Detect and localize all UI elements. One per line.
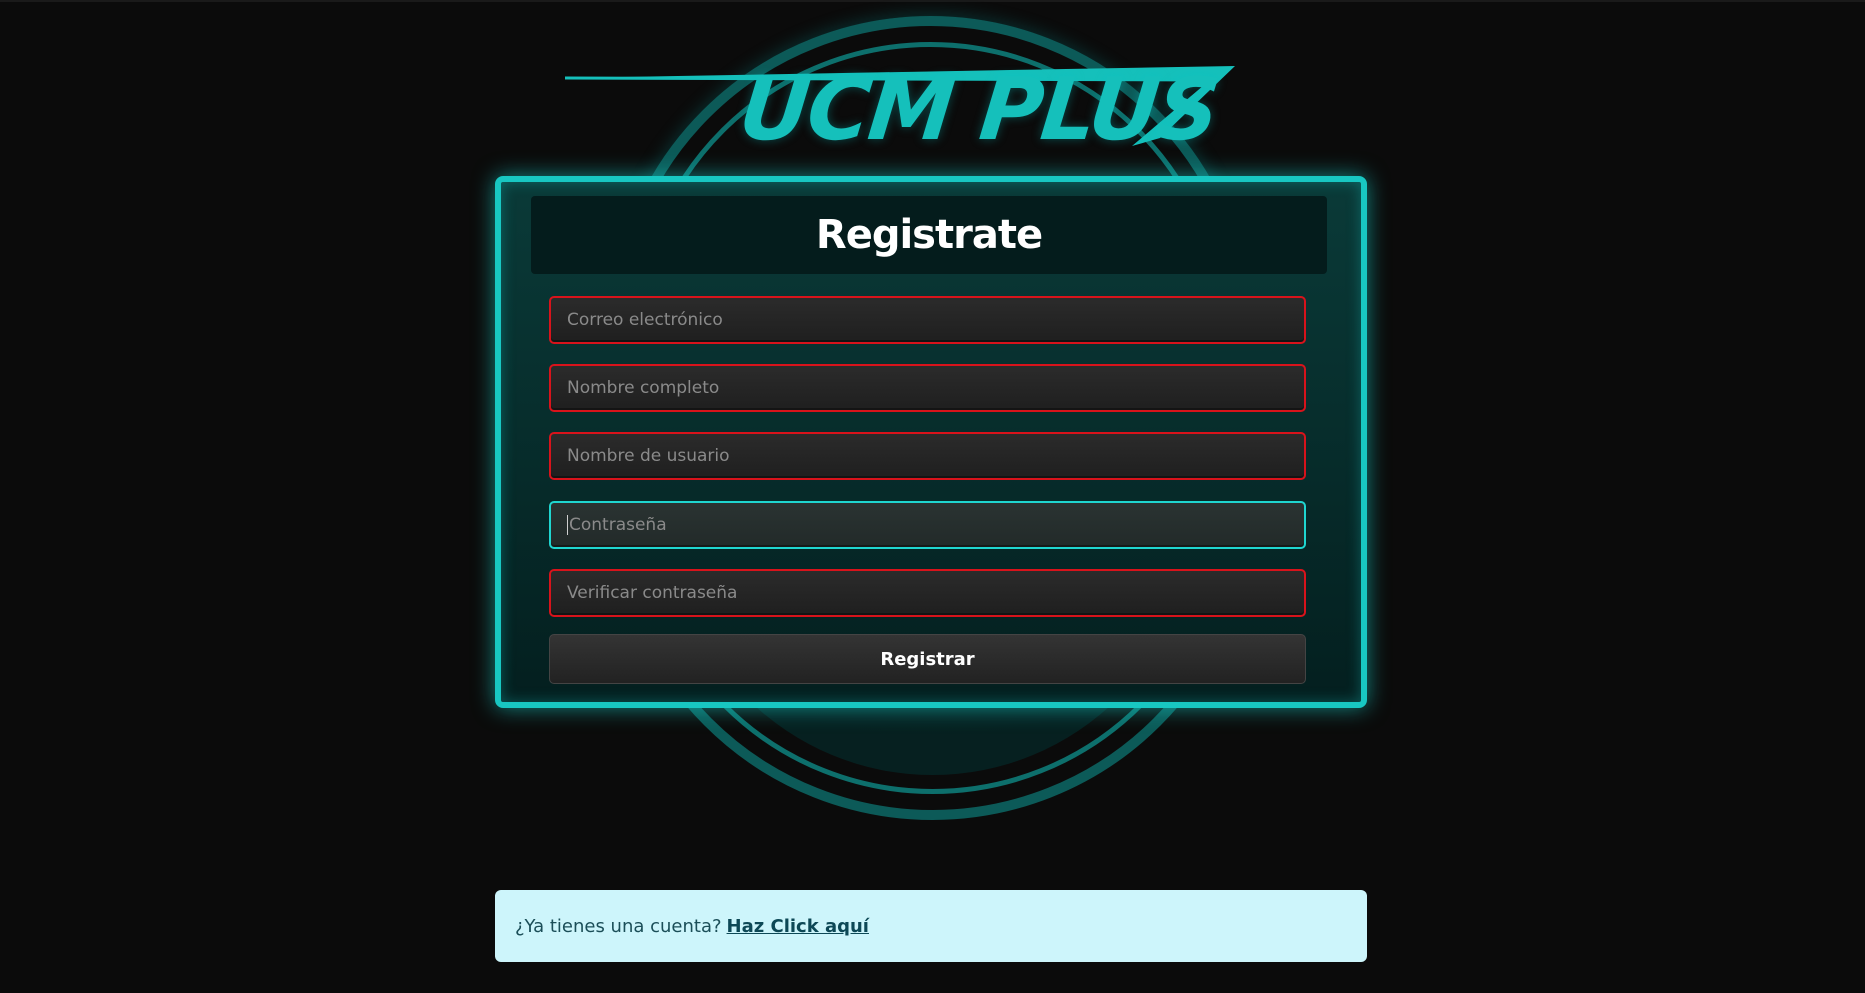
fullname-placeholder: Nombre completo [567, 378, 720, 398]
email-placeholder: Correo electrónico [567, 310, 723, 330]
site-logo: UCM PLUS [520, 10, 1345, 661]
email-field[interactable]: Correo electrónico [549, 296, 1306, 344]
verify-password-placeholder: Verificar contraseña [567, 583, 738, 603]
text-caret [567, 515, 568, 535]
login-prompt-text: ¿Ya tienes una cuenta? [515, 915, 722, 937]
username-placeholder: Nombre de usuario [567, 446, 730, 466]
card-header: Registrate [531, 196, 1327, 274]
register-title: Registrate [815, 212, 1043, 258]
login-prompt-alert: ¿Ya tienes una cuenta? Haz Click aquí [495, 890, 1367, 962]
password-field[interactable]: Contraseña [549, 501, 1306, 549]
username-field[interactable]: Nombre de usuario [549, 432, 1306, 480]
register-button[interactable]: Registrar [549, 634, 1306, 684]
fullname-field[interactable]: Nombre completo [549, 364, 1306, 412]
logo-text: UCM PLUS [734, 60, 1223, 160]
login-link[interactable]: Haz Click aquí [727, 916, 869, 937]
page-top-edge [0, 0, 1865, 2]
register-card: Registrate Correo electrónico Nombre com… [495, 176, 1367, 708]
verify-password-field[interactable]: Verificar contraseña [549, 569, 1306, 617]
password-placeholder: Contraseña [569, 515, 667, 535]
